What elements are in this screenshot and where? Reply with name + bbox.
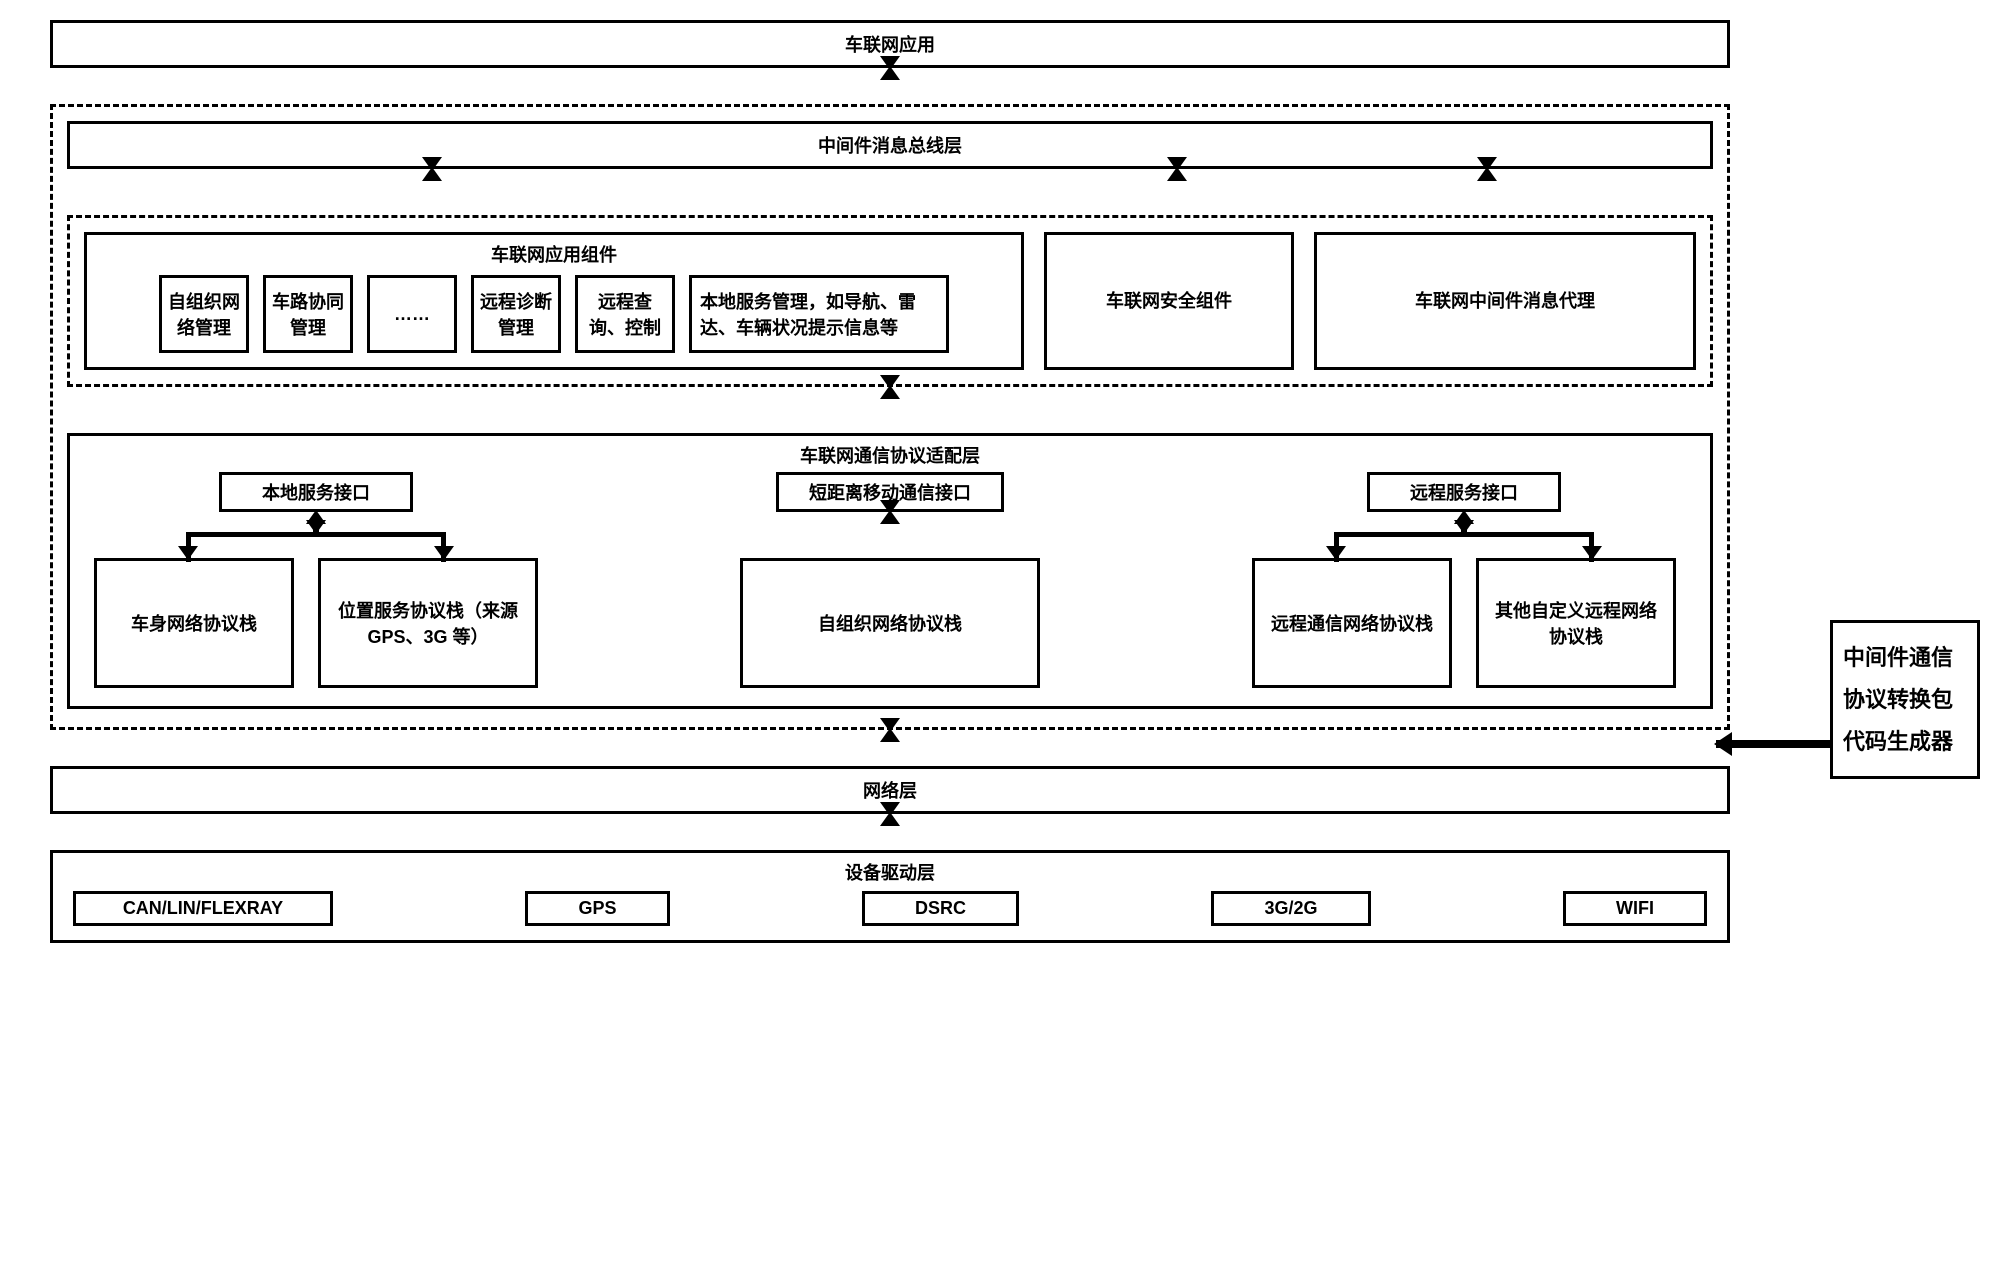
driver-item: 3G/2G (1211, 891, 1370, 926)
driver-item-label: CAN/LIN/FLEXRAY (123, 898, 283, 918)
message-proxy-box: 车联网中间件消息代理 (1314, 232, 1696, 370)
local-branch-bar (186, 532, 446, 537)
architecture-diagram: 车联网应用 中间件消息总线层 车联网应用组件 自组织网络管理 车路协同管理 (50, 20, 1750, 943)
remote-stack-label: 其他自定义远程网络协议栈 (1489, 597, 1663, 649)
driver-item: CAN/LIN/FLEXRAY (73, 891, 333, 926)
app-comp-item: 本地服务管理，如导航、雷达、车辆状况提示信息等 (689, 275, 949, 353)
middleware-dashed-group: 中间件消息总线层 车联网应用组件 自组织网络管理 车路协同管理 …… 远程诊断管… (50, 104, 1730, 730)
security-component-box: 车联网安全组件 (1044, 232, 1294, 370)
remote-stack-box: 其他自定义远程网络协议栈 (1476, 558, 1676, 688)
protocol-adapter-title: 车联网通信协议适配层 (800, 446, 980, 466)
remote-interface-group: 远程服务接口 远程通信网络协议栈 其他自定义远程网络协议栈 (1234, 472, 1694, 688)
codegen-label: 中间件通信协议转换包代码生成器 (1843, 645, 1953, 754)
app-comp-item: 远程查询、控制 (575, 275, 675, 353)
shortrange-stack-box: 自组织网络协议栈 (740, 558, 1040, 688)
middleware-bus-box: 中间件消息总线层 (67, 121, 1713, 169)
driver-layer-title: 设备驱动层 (845, 863, 935, 883)
arrowhead-down-icon (178, 546, 198, 560)
app-comp-item: 车路协同管理 (263, 275, 353, 353)
app-comp-label: 车路协同管理 (272, 292, 344, 338)
local-interface-title: 本地服务接口 (262, 483, 370, 503)
driver-item: WIFI (1563, 891, 1707, 926)
remote-stack-label: 远程通信网络协议栈 (1271, 610, 1433, 636)
arrowhead-down-icon (434, 546, 454, 560)
protocol-adapter-box: 车联网通信协议适配层 本地服务接口 (67, 433, 1713, 709)
app-components-box: 车联网应用组件 自组织网络管理 车路协同管理 …… 远程诊断管理 远程查询、控制… (84, 232, 1024, 370)
app-components-title: 车联网应用组件 (491, 245, 617, 265)
driver-item-label: DSRC (915, 898, 966, 918)
shortrange-interface-group: 短距离移动通信接口 自组织网络协议栈 (710, 472, 1070, 688)
app-comp-label: 自组织网络管理 (168, 292, 240, 338)
local-interface-group: 本地服务接口 车身网络协议栈 (86, 472, 546, 688)
remote-branch-bar (1334, 532, 1594, 537)
arrow-codegen-to-middleware (1716, 740, 1830, 748)
driver-item: DSRC (862, 891, 1019, 926)
driver-item-label: GPS (578, 898, 616, 918)
driver-layer-box: 设备驱动层 CAN/LIN/FLEXRAY GPS DSRC 3G/2G WIF… (50, 850, 1730, 943)
middleware-bus-label: 中间件消息总线层 (818, 136, 962, 156)
remote-interface-title: 远程服务接口 (1410, 483, 1518, 503)
app-comp-item-ellipsis: …… (367, 275, 457, 353)
local-stack-label: 车身网络协议栈 (131, 610, 257, 636)
app-comp-label: 远程诊断管理 (480, 292, 552, 338)
app-comp-label: 远程查询、控制 (589, 292, 661, 338)
app-comp-label: 本地服务管理，如导航、雷达、车辆状况提示信息等 (700, 292, 916, 338)
app-comp-label: …… (394, 304, 430, 325)
message-proxy-label: 车联网中间件消息代理 (1415, 291, 1595, 311)
app-layer-label: 车联网应用 (845, 35, 935, 55)
codegen-side-group: 中间件通信协议转换包代码生成器 (1830, 620, 1980, 779)
components-dashed-row: 车联网应用组件 自组织网络管理 车路协同管理 …… 远程诊断管理 远程查询、控制… (67, 215, 1713, 387)
shortrange-stack-label: 自组织网络协议栈 (818, 610, 962, 636)
remote-stack-box: 远程通信网络协议栈 (1252, 558, 1452, 688)
codegen-box: 中间件通信协议转换包代码生成器 (1830, 620, 1980, 779)
network-layer-label: 网络层 (863, 781, 917, 801)
local-stack-box: 位置服务协议栈（来源 GPS、3G 等） (318, 558, 538, 688)
app-comp-item: 远程诊断管理 (471, 275, 561, 353)
security-component-label: 车联网安全组件 (1106, 291, 1232, 311)
arrowhead-down-icon (1326, 546, 1346, 560)
local-stack-label: 位置服务协议栈（来源 GPS、3G 等） (329, 597, 527, 649)
app-comp-item: 自组织网络管理 (159, 275, 249, 353)
driver-item: GPS (525, 891, 669, 926)
driver-item-label: WIFI (1616, 898, 1654, 918)
local-stack-box: 车身网络协议栈 (94, 558, 294, 688)
arrowhead-down-icon (1582, 546, 1602, 560)
driver-item-label: 3G/2G (1264, 898, 1317, 918)
